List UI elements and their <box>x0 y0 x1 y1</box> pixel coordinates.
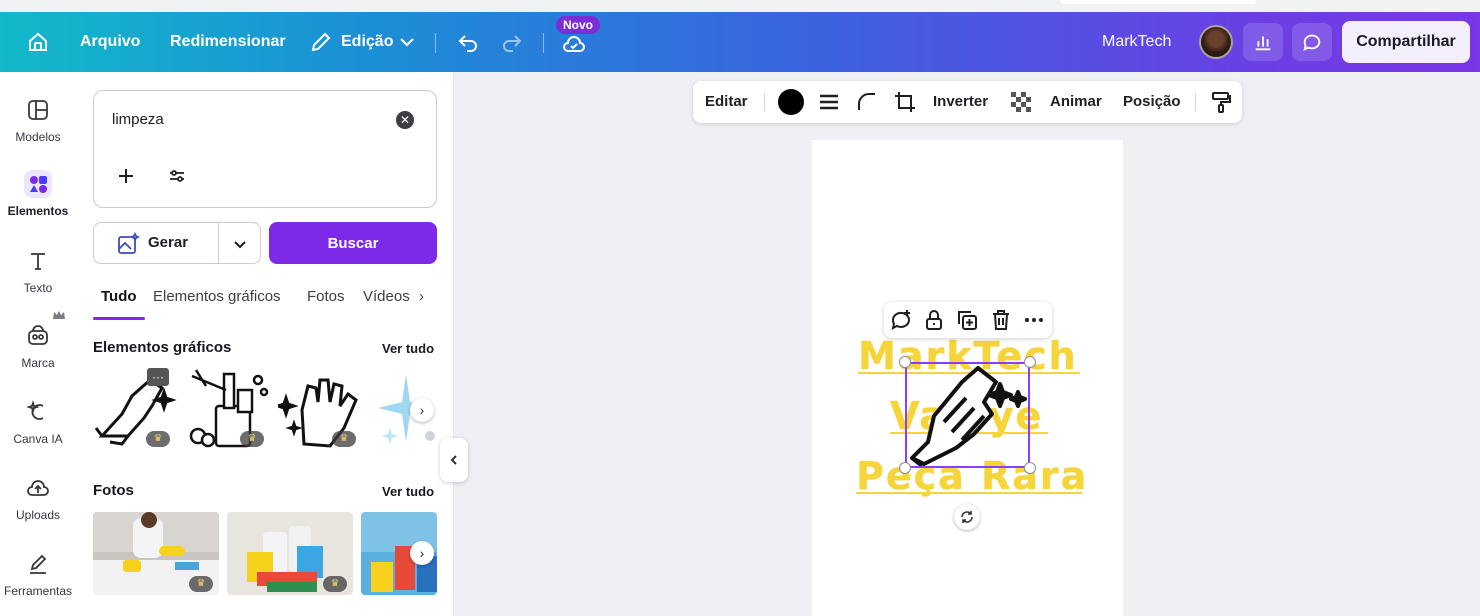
upload-cloud-icon <box>27 480 49 496</box>
resize-handle-br[interactable] <box>1024 462 1036 474</box>
magic-image-icon <box>118 232 140 254</box>
ai-icon <box>26 400 44 420</box>
chevron-down-icon[interactable] <box>230 234 250 254</box>
tab-elementos-graficos[interactable]: Elementos gráficos <box>153 288 281 305</box>
rail-item-uploads[interactable]: Uploads <box>0 474 76 522</box>
tab-fotos[interactable]: Fotos <box>307 288 345 305</box>
pencil-icon[interactable] <box>309 30 333 54</box>
clear-search-icon[interactable]: ✕ <box>396 111 414 129</box>
file-menu[interactable]: Arquivo <box>80 12 140 72</box>
lock-icon[interactable] <box>922 308 946 332</box>
photo-cleaning-products[interactable]: ♛ <box>227 512 353 595</box>
rail-item-texto[interactable]: Texto <box>0 247 76 295</box>
crown-icon <box>53 311 65 319</box>
add-comment-icon[interactable] <box>889 308 913 332</box>
resize-handle-tr[interactable] <box>1024 356 1036 368</box>
photos-see-all-link[interactable]: Ver tudo <box>382 484 434 499</box>
plus-icon[interactable] <box>115 165 137 187</box>
graphics-see-all-link[interactable]: Ver tudo <box>382 341 434 356</box>
premium-crown-icon: ♛ <box>323 576 347 592</box>
color-swatch[interactable] <box>778 89 804 115</box>
svg-text:···: ··· <box>152 370 164 384</box>
top-header: Arquivo Redimensionar Edição Novo MarkTe… <box>0 12 1480 72</box>
browser-strip <box>0 0 1480 12</box>
left-rail: Modelos Elementos Texto Marca Canva IA U… <box>0 72 76 616</box>
trash-icon[interactable] <box>989 308 1013 332</box>
premium-crown-icon: ♛ <box>146 431 170 447</box>
graphics-section-title: Elementos gráficos <box>93 339 232 356</box>
chevron-left-icon <box>450 455 457 465</box>
rotate-icon <box>961 511 973 523</box>
rail-item-marca[interactable]: Marca <box>0 322 76 370</box>
search-box: ✕ <box>93 90 437 208</box>
duplicate-icon[interactable] <box>955 308 979 332</box>
insights-button[interactable] <box>1243 23 1283 61</box>
draw-tools-icon <box>30 554 47 574</box>
team-name[interactable]: MarkTech <box>1102 12 1171 72</box>
rail-item-modelos[interactable]: Modelos <box>0 96 76 144</box>
templates-icon <box>28 100 48 120</box>
search-input[interactable] <box>112 111 372 128</box>
rail-item-elementos[interactable]: Elementos <box>0 170 76 218</box>
search-button[interactable]: Buscar <box>269 222 437 264</box>
photos-section-title: Fotos <box>93 482 134 499</box>
elements-panel: ✕ Gerar Buscar Tudo Elementos gráficos F… <box>76 72 454 616</box>
brand-icon <box>28 325 48 345</box>
resize-menu[interactable]: Redimensionar <box>170 12 286 72</box>
resize-handle-bl[interactable] <box>899 462 911 474</box>
premium-crown-icon: ♛ <box>240 431 264 447</box>
collapse-panel-button[interactable] <box>440 438 468 482</box>
edit-image-button[interactable]: Editar <box>705 81 748 123</box>
border-style-icon[interactable] <box>817 90 841 114</box>
element-toolbar: Editar Inverter Animar Posição <box>693 81 1242 123</box>
more-options-icon[interactable] <box>1022 308 1046 332</box>
filter-icon[interactable] <box>166 165 188 187</box>
edit-menu[interactable]: Edição <box>341 12 393 72</box>
cloud-saved-icon[interactable] <box>562 32 586 56</box>
share-button[interactable]: Compartilhar <box>1342 21 1470 63</box>
rail-item-canva-ia[interactable]: Canva IA <box>0 398 76 446</box>
selection-box <box>905 362 1030 468</box>
crop-icon[interactable] <box>893 90 917 114</box>
photos-next-icon[interactable]: › <box>410 541 434 565</box>
transparency-icon[interactable] <box>1009 90 1033 114</box>
flip-button[interactable]: Inverter <box>933 81 988 123</box>
paint-roller-icon[interactable] <box>1209 90 1233 114</box>
element-context-bar <box>884 302 1052 338</box>
bar-chart-icon <box>1255 36 1271 51</box>
comment-icon <box>1303 34 1321 52</box>
tabs-next-icon[interactable]: › <box>419 288 424 305</box>
animate-button[interactable]: Animar <box>1050 81 1102 123</box>
comments-button[interactable] <box>1292 23 1332 61</box>
generate-button[interactable]: Gerar <box>93 222 261 264</box>
elements-icon <box>24 170 52 198</box>
redo-icon[interactable] <box>500 30 524 54</box>
text-underline <box>856 492 1082 494</box>
corner-rounding-icon[interactable] <box>855 90 879 114</box>
graphics-next-icon[interactable]: › <box>410 398 434 422</box>
resize-handle-tl[interactable] <box>899 356 911 368</box>
home-icon[interactable] <box>26 30 50 54</box>
rotate-handle[interactable] <box>954 504 980 530</box>
premium-crown-icon: ♛ <box>189 576 213 592</box>
undo-icon[interactable] <box>456 30 480 54</box>
photo-cleaning-table[interactable]: ♛ <box>93 512 219 595</box>
tab-videos[interactable]: Vídeos <box>363 288 410 305</box>
text-icon <box>31 253 45 270</box>
position-button[interactable]: Posição <box>1123 81 1181 123</box>
rail-item-ferramentas[interactable]: Ferramentas <box>0 550 76 598</box>
tab-tudo[interactable]: Tudo <box>101 288 137 305</box>
avatar[interactable] <box>1199 25 1233 59</box>
premium-crown-icon: ♛ <box>332 431 356 447</box>
result-tabs: Tudo Elementos gráficos Fotos Vídeos › <box>93 282 437 320</box>
chevron-down-icon[interactable] <box>395 30 419 54</box>
